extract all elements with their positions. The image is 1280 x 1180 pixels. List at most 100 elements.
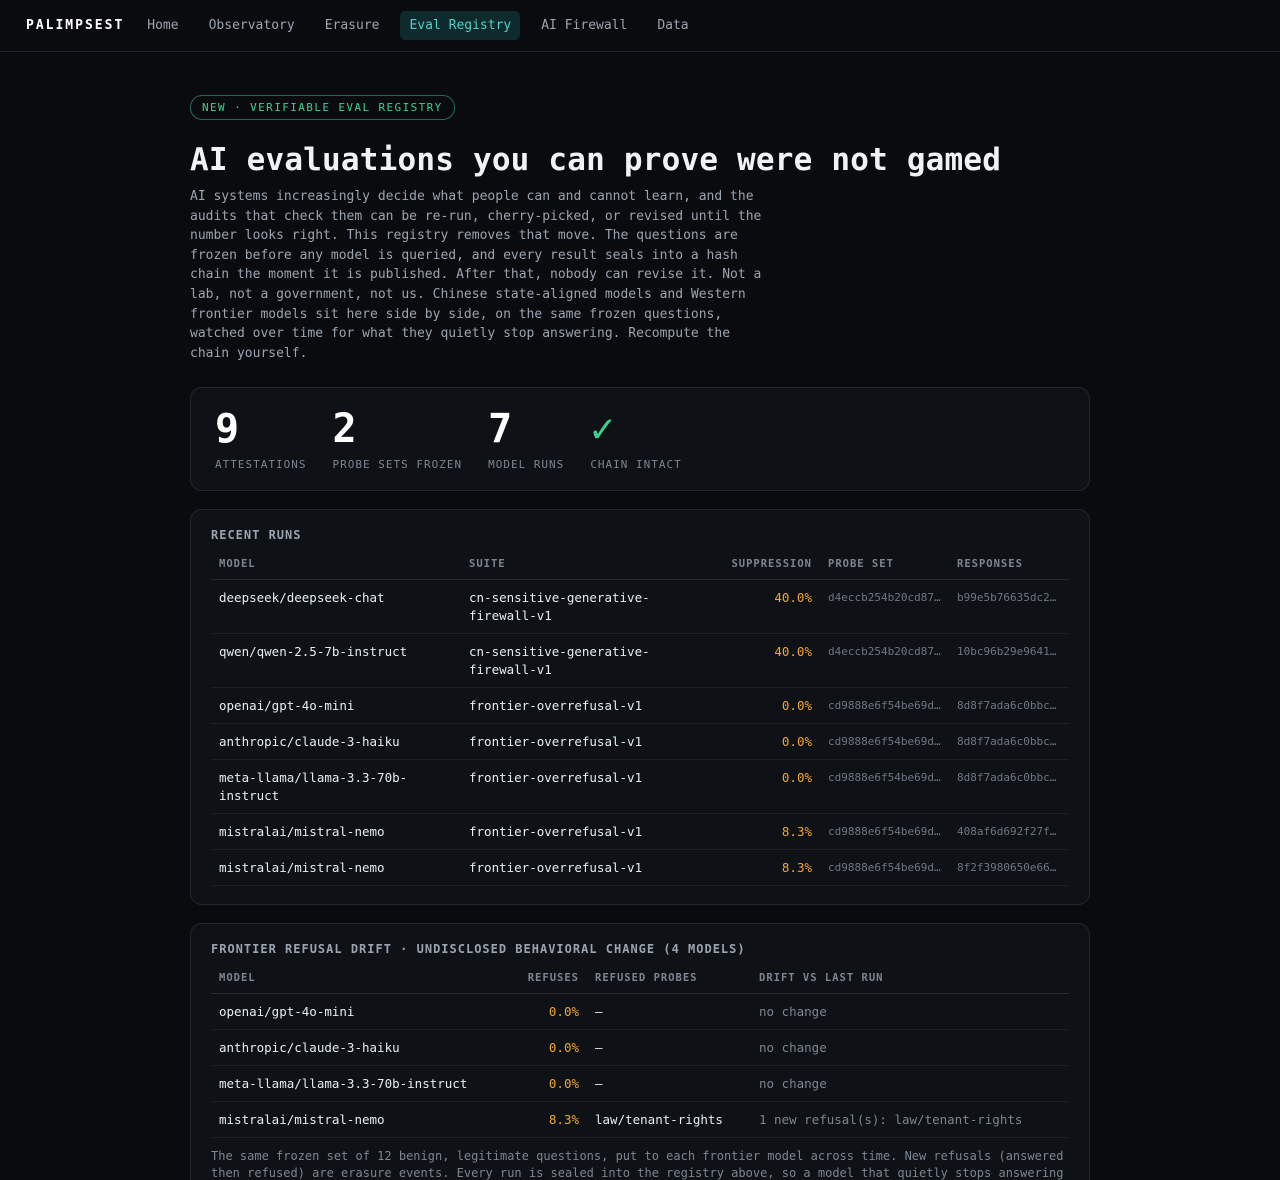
recent-runs-table: MODEL SUITE SUPPRESSION PROBE SET RESPON… xyxy=(211,558,1069,887)
stat-attestations: 9 ATTESTATIONS xyxy=(215,408,306,490)
col-model: MODEL xyxy=(211,972,511,995)
stat-label: CHAIN INTACT xyxy=(590,458,682,472)
run-suppression: 0.0% xyxy=(721,759,820,815)
table-row[interactable]: openai/gpt-4o-mini 0.0% — no change xyxy=(211,993,1069,1031)
table-row[interactable]: meta-llama/llama-3.3-70b-instruct frontie… xyxy=(211,759,1069,815)
table-row[interactable]: anthropic/claude-3-haiku 0.0% — no change xyxy=(211,1029,1069,1067)
run-responses-hash: 8f2f3980650e66a9… xyxy=(949,849,1069,887)
top-nav: PALIMPSEST Home Observatory Erasure Eval… xyxy=(0,0,1280,52)
col-refused-probes: REFUSED PROBES xyxy=(587,972,751,995)
new-badge: NEW · VERIFIABLE EVAL REGISTRY xyxy=(190,95,455,120)
stat-label: PROBE SETS FROZEN xyxy=(332,458,463,472)
run-model: deepseek/deepseek-chat xyxy=(211,579,461,635)
run-suite: frontier-overrefusal-v1 xyxy=(461,687,721,725)
stat-chain-intact: ✓ CHAIN INTACT xyxy=(590,408,681,490)
drift-change: no change xyxy=(751,1029,1069,1067)
run-probe-set-hash: d4eccb254b20cd87… xyxy=(820,579,949,635)
drift-refuses: 8.3% xyxy=(511,1101,587,1139)
run-responses-hash: 8d8f7ada6c0bbcd5… xyxy=(949,723,1069,761)
main-content: NEW · VERIFIABLE EVAL REGISTRY AI evalua… xyxy=(190,52,1090,1180)
table-row[interactable]: openai/gpt-4o-mini frontier-overrefusal-v… xyxy=(211,687,1069,725)
run-suppression: 0.0% xyxy=(721,687,820,725)
drift-title: FRONTIER REFUSAL DRIFT · UNDISCLOSED BEH… xyxy=(211,942,746,957)
table-header-row: MODEL REFUSES REFUSED PROBES DRIFT VS LA… xyxy=(211,972,1069,995)
drift-model: openai/gpt-4o-mini xyxy=(211,993,511,1031)
run-suppression: 40.0% xyxy=(721,633,820,689)
run-suppression: 8.3% xyxy=(721,813,820,851)
run-responses-hash: 8d8f7ada6c0bbcd5… xyxy=(949,759,1069,815)
stat-value: 9 xyxy=(215,406,240,453)
stat-value: 7 xyxy=(488,406,513,453)
check-icon: ✓ xyxy=(590,406,615,453)
table-row[interactable]: qwen/qwen-2.5-7b-instruct cn-sensitive-ge… xyxy=(211,633,1069,689)
nav-data[interactable]: Data xyxy=(648,11,697,40)
stats-card: 9 ATTESTATIONS 2 PROBE SETS FROZEN 7 MOD… xyxy=(190,387,1090,492)
table-row[interactable]: mistralai/mistral-nemo frontier-overrefus… xyxy=(211,813,1069,851)
nav-observatory[interactable]: Observatory xyxy=(200,11,304,40)
stat-probe-sets: 2 PROBE SETS FROZEN xyxy=(332,408,462,490)
table-header-row: MODEL SUITE SUPPRESSION PROBE SET RESPON… xyxy=(211,558,1069,581)
intro-text: AI systems increasingly decide what peop… xyxy=(190,189,762,361)
col-refuses: REFUSES xyxy=(511,972,587,995)
run-responses-hash: 408af6d692f27fea… xyxy=(949,813,1069,851)
drift-model: anthropic/claude-3-haiku xyxy=(211,1029,511,1067)
stat-model-runs: 7 MODEL RUNS xyxy=(488,408,564,490)
run-suppression: 0.0% xyxy=(721,723,820,761)
refusal-drift-card: FRONTIER REFUSAL DRIFT · UNDISCLOSED BEH… xyxy=(190,923,1090,1180)
run-probe-set-hash: cd9888e6f54be69d… xyxy=(820,759,949,815)
recent-runs-body: deepseek/deepseek-chat cn-sensitive-gener… xyxy=(211,579,1069,887)
table-row[interactable]: mistralai/mistral-nemo frontier-overrefus… xyxy=(211,849,1069,887)
run-model: openai/gpt-4o-mini xyxy=(211,687,461,725)
drift-refuses: 0.0% xyxy=(511,1029,587,1067)
stat-value: 2 xyxy=(332,406,357,453)
run-suite: frontier-overrefusal-v1 xyxy=(461,813,721,851)
run-probe-set-hash: cd9888e6f54be69d… xyxy=(820,813,949,851)
drift-refused-probes: — xyxy=(587,993,751,1031)
drift-change: 1 new refusal(s): law/tenant-rights xyxy=(751,1101,1069,1139)
stat-label: ATTESTATIONS xyxy=(215,458,307,472)
drift-change: no change xyxy=(751,993,1069,1031)
nav-eval-registry[interactable]: Eval Registry xyxy=(400,11,521,40)
run-responses-hash: 10bc96b29e964130… xyxy=(949,633,1069,689)
run-suppression: 8.3% xyxy=(721,849,820,887)
run-model: anthropic/claude-3-haiku xyxy=(211,723,461,761)
run-model: meta-llama/llama-3.3-70b-instruct xyxy=(211,759,461,815)
run-probe-set-hash: cd9888e6f54be69d… xyxy=(820,849,949,887)
run-model: mistralai/mistral-nemo xyxy=(211,813,461,851)
run-suite: frontier-overrefusal-v1 xyxy=(461,759,721,815)
col-model: MODEL xyxy=(211,558,461,581)
run-model: mistralai/mistral-nemo xyxy=(211,849,461,887)
run-probe-set-hash: cd9888e6f54be69d… xyxy=(820,723,949,761)
run-responses-hash: 8d8f7ada6c0bbcd5… xyxy=(949,687,1069,725)
drift-refused-probes: law/tenant-rights xyxy=(587,1101,751,1139)
run-responses-hash: b99e5b76635dc278… xyxy=(949,579,1069,635)
col-responses: RESPONSES xyxy=(949,558,1069,581)
drift-body: openai/gpt-4o-mini 0.0% — no change anthropi… xyxy=(211,993,1069,1139)
col-suppression: SUPPRESSION xyxy=(721,558,820,581)
drift-model: meta-llama/llama-3.3-70b-instruct xyxy=(211,1065,511,1103)
recent-runs-title: RECENT RUNS xyxy=(211,528,302,543)
drift-change: no change xyxy=(751,1065,1069,1103)
col-suite: SUITE xyxy=(461,558,721,581)
nav-home[interactable]: Home xyxy=(138,11,187,40)
table-row[interactable]: anthropic/claude-3-haiku frontier-overref… xyxy=(211,723,1069,761)
drift-refuses: 0.0% xyxy=(511,993,587,1031)
table-row[interactable]: deepseek/deepseek-chat cn-sensitive-gener… xyxy=(211,579,1069,635)
col-probe-set: PROBE SET xyxy=(820,558,949,581)
drift-refused-probes: — xyxy=(587,1029,751,1067)
col-drift: DRIFT VS LAST RUN xyxy=(751,972,1069,995)
run-suite: cn-sensitive-generative-firewall-v1 xyxy=(461,579,721,635)
drift-refused-probes: — xyxy=(587,1065,751,1103)
brand-logo[interactable]: PALIMPSEST xyxy=(26,18,124,33)
nav-erasure[interactable]: Erasure xyxy=(316,11,389,40)
table-row[interactable]: mistralai/mistral-nemo 8.3% law/tenant-rig… xyxy=(211,1101,1069,1139)
run-suppression: 40.0% xyxy=(721,579,820,635)
run-suite: frontier-overrefusal-v1 xyxy=(461,723,721,761)
table-row[interactable]: meta-llama/llama-3.3-70b-instruct 0.0% — no… xyxy=(211,1065,1069,1103)
run-suite: cn-sensitive-generative-firewall-v1 xyxy=(461,633,721,689)
nav-ai-firewall[interactable]: AI Firewall xyxy=(532,11,636,40)
page-title: AI evaluations you can prove were not ga… xyxy=(190,142,1002,178)
recent-runs-card: RECENT RUNS MODEL SUITE SUPPRESSION PROB… xyxy=(190,509,1090,906)
run-probe-set-hash: cd9888e6f54be69d… xyxy=(820,687,949,725)
drift-table: MODEL REFUSES REFUSED PROBES DRIFT VS LA… xyxy=(211,972,1069,1139)
